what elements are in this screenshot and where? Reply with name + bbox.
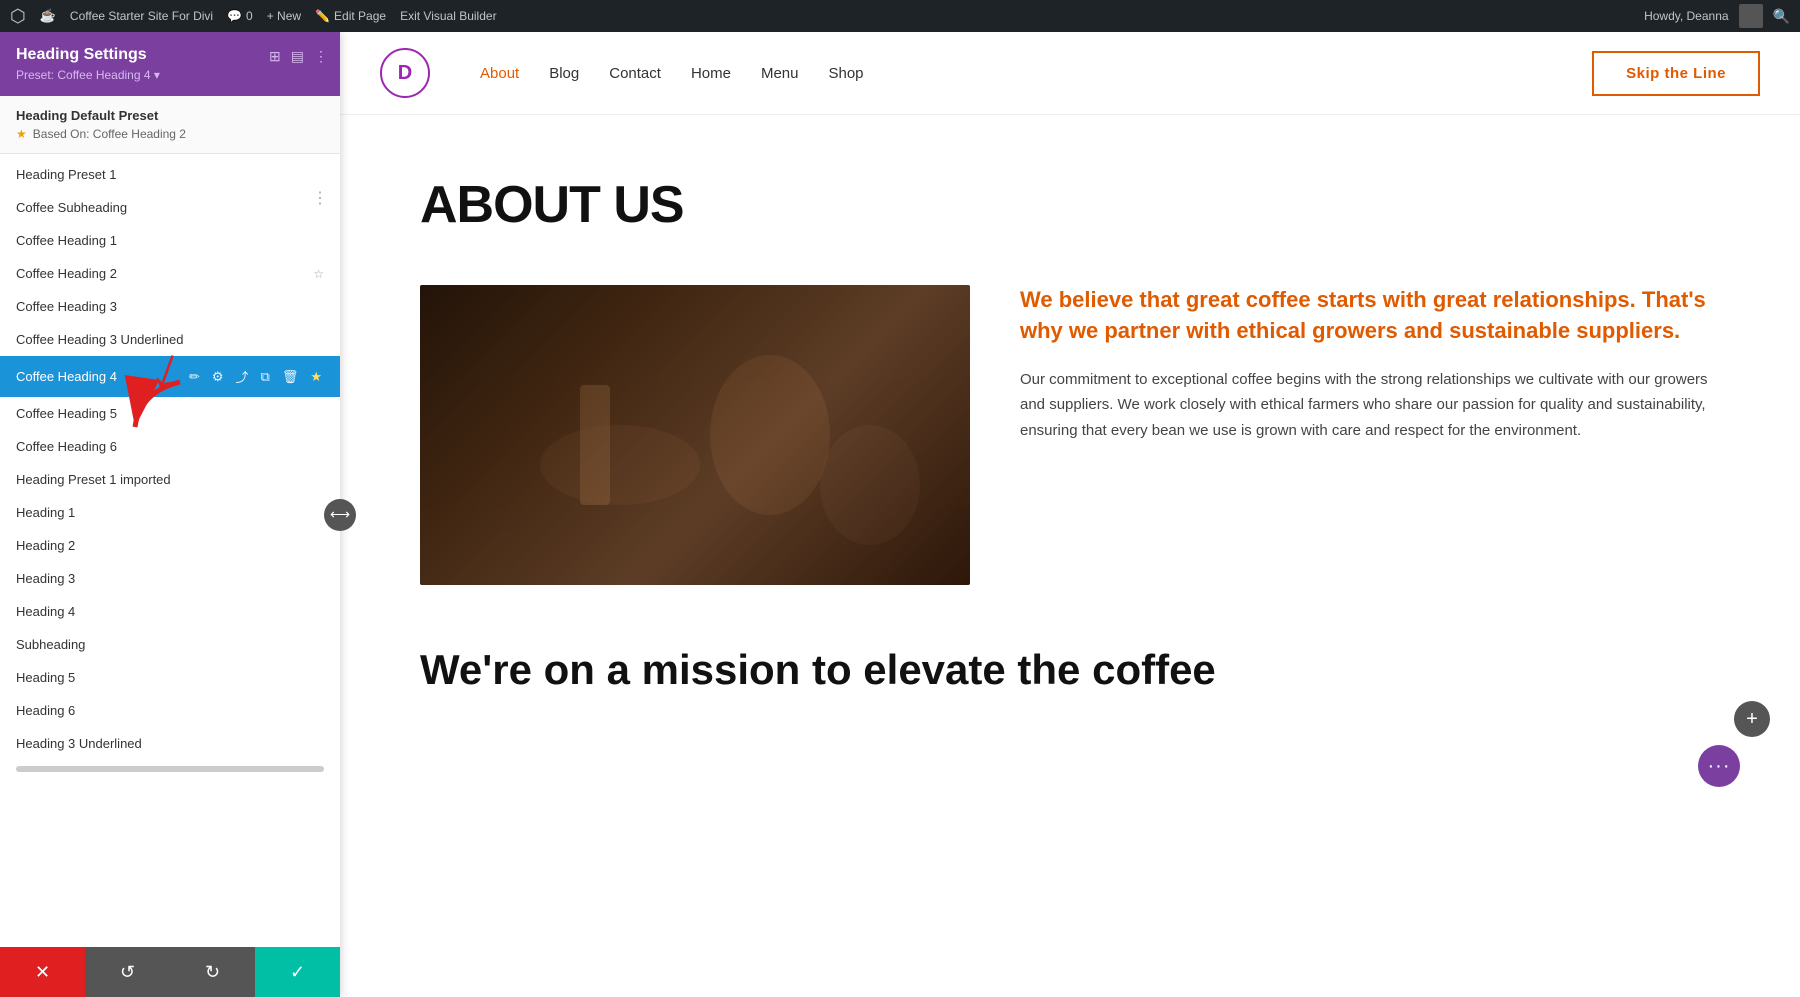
panel-header-icons: ⊞ ▤ ⋮	[269, 48, 328, 65]
preset-item-coffee-heading-3-underlined[interactable]: Coffee Heading 3 Underlined	[0, 323, 340, 356]
star-icon-coffee-heading-2: ☆	[313, 267, 324, 281]
nav-link-blog[interactable]: Blog	[549, 65, 579, 82]
user-avatar	[1739, 4, 1763, 28]
sidebar-text: We believe that great coffee starts with…	[1020, 285, 1720, 443]
video-container[interactable]	[420, 285, 970, 585]
preset-item-heading-5[interactable]: Heading 5	[0, 661, 340, 694]
upload-preset-icon[interactable]: ⤴	[234, 365, 251, 388]
main-content-row: We believe that great coffee starts with…	[420, 285, 1720, 585]
preset-item-coffee-heading-5[interactable]: Coffee Heading 5	[0, 397, 340, 430]
preset-item-heading-preset-1-imported[interactable]: Heading Preset 1 imported	[0, 463, 340, 496]
comment-bubble[interactable]: 💬 0	[227, 9, 253, 23]
nav-link-contact[interactable]: Contact	[609, 65, 661, 82]
preset-item-heading-3[interactable]: Heading 3	[0, 562, 340, 595]
search-icon[interactable]: 🔍	[1773, 8, 1790, 25]
preset-item-heading-2[interactable]: Heading 2	[0, 529, 340, 562]
exit-builder-link[interactable]: Exit Visual Builder	[400, 9, 497, 23]
site-name-link[interactable]: Coffee Starter Site For Divi	[70, 9, 213, 23]
delete-preset-icon[interactable]: 🗑	[280, 367, 301, 387]
more-options-icon[interactable]: ⋮	[314, 48, 328, 65]
preset-item-toolbar: ✏ ⚙ ⤴ ⧉ 🗑 ★	[187, 365, 324, 388]
scroll-handle[interactable]	[16, 766, 324, 772]
preset-item-coffee-heading-6[interactable]: Coffee Heading 6	[0, 430, 340, 463]
copy-preset-icon[interactable]: ⧉	[259, 367, 272, 387]
redo-icon: ↻	[205, 962, 220, 983]
edit-page-link[interactable]: ✏️ Edit Page	[315, 9, 386, 23]
new-link[interactable]: + New	[267, 9, 301, 23]
preset-item-heading-4[interactable]: Heading 4	[0, 595, 340, 628]
save-button[interactable]: ✓	[255, 947, 340, 997]
preset-item-coffee-subheading[interactable]: Coffee Subheading	[0, 191, 340, 224]
admin-bar: ⬡ ☕ Coffee Starter Site For Divi 💬 0 + N…	[0, 0, 1800, 32]
cancel-icon: ✕	[35, 962, 50, 983]
skip-the-line-button[interactable]: Skip the Line	[1592, 51, 1760, 96]
site-logo: D	[380, 48, 430, 98]
video-background	[420, 285, 970, 585]
add-element-button[interactable]: +	[1734, 701, 1770, 737]
site-nav: D About Blog Contact Home Menu Shop Skip…	[340, 32, 1800, 115]
preset-item-heading-6[interactable]: Heading 6	[0, 694, 340, 727]
preset-item-subheading[interactable]: Subheading	[0, 628, 340, 661]
sidebar-headline: We believe that great coffee starts with…	[1020, 285, 1720, 347]
page-content: ABOUT US	[340, 115, 1800, 735]
site-preview: D About Blog Contact Home Menu Shop Skip…	[340, 32, 1800, 997]
star-active-icon[interactable]: ★	[308, 367, 324, 387]
nav-link-shop[interactable]: Shop	[828, 65, 863, 82]
nav-link-home[interactable]: Home	[691, 65, 731, 82]
default-preset-section: Heading Default Preset ★ Based On: Coffe…	[0, 96, 340, 154]
more-options-button[interactable]: ···	[1698, 745, 1740, 787]
presets-list[interactable]: Heading Preset 1 Coffee Subheading Coffe…	[0, 154, 340, 947]
wp-logo-icon[interactable]: ⬡	[10, 6, 26, 27]
about-heading: ABOUT US	[420, 175, 1720, 235]
edit-preset-icon[interactable]: ✏	[187, 367, 202, 387]
panel-header: Heading Settings Preset: Coffee Heading …	[0, 32, 340, 96]
howdy-text: Howdy, Deanna	[1644, 9, 1729, 23]
comment-icon: 💬	[227, 9, 242, 23]
preset-item-coffee-heading-3[interactable]: Coffee Heading 3	[0, 290, 340, 323]
settings-preset-icon[interactable]: ⚙	[210, 367, 226, 387]
save-icon: ✓	[290, 962, 305, 983]
preset-item-coffee-heading-1[interactable]: Coffee Heading 1	[0, 224, 340, 257]
grid-icon[interactable]: ▤	[291, 48, 304, 65]
preset-item-heading-preset-1[interactable]: Heading Preset 1	[0, 158, 340, 191]
nav-link-about[interactable]: About	[480, 65, 519, 82]
comment-count: 0	[246, 9, 253, 23]
panel-preset-dropdown[interactable]: Preset: Coffee Heading 4 ▾	[16, 68, 324, 82]
mission-heading: We're on a mission to elevate the coffee	[420, 645, 1720, 695]
redo-button[interactable]: ↻	[170, 947, 255, 997]
nav-link-menu[interactable]: Menu	[761, 65, 799, 82]
bottom-bar: ✕ ↺ ↻ ✓	[0, 947, 340, 997]
undo-icon: ↺	[120, 962, 135, 983]
undo-button[interactable]: ↺	[85, 947, 170, 997]
preset-item-coffee-heading-4[interactable]: Coffee Heading 4 ✏ ⚙ ⤴ ⧉ 🗑 ★	[0, 356, 340, 397]
default-preset-based: ★ Based On: Coffee Heading 2	[16, 127, 324, 141]
panel-toggle-arrow[interactable]: ⟷	[324, 499, 356, 531]
expand-icon[interactable]: ⊞	[269, 48, 281, 65]
coffee-starter-icon[interactable]: ☕	[40, 8, 56, 24]
sidebar-body: Our commitment to exceptional coffee beg…	[1020, 367, 1720, 444]
preset-item-coffee-heading-2[interactable]: Coffee Heading 2 ☆	[0, 257, 340, 290]
cancel-button[interactable]: ✕	[0, 947, 85, 997]
preset-item-heading-1[interactable]: Heading 1	[0, 496, 340, 529]
main-layout: Heading Settings Preset: Coffee Heading …	[0, 32, 1800, 997]
heading-settings-panel: Heading Settings Preset: Coffee Heading …	[0, 32, 340, 997]
pencil-icon: ✏️	[315, 9, 330, 23]
preset-item-heading-3-underlined[interactable]: Heading 3 Underlined	[0, 727, 340, 760]
star-icon: ★	[16, 127, 27, 141]
nav-links: About Blog Contact Home Menu Shop	[480, 65, 1592, 82]
default-preset-label: Heading Default Preset	[16, 108, 324, 123]
